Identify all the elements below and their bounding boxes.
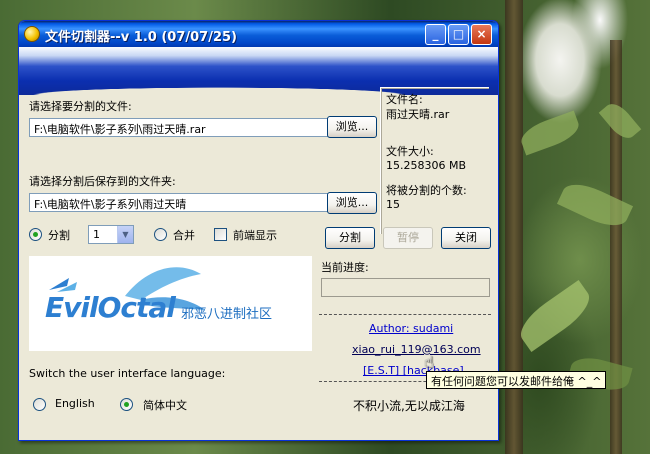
language-label: Switch the user interface language:: [29, 367, 226, 380]
dest-folder-label: 请选择分割后保存到的文件夹:: [29, 175, 176, 188]
split-button[interactable]: 分割: [325, 227, 375, 249]
logo-text: EvilOctal: [45, 291, 176, 324]
browse-source-button[interactable]: 浏览...: [327, 116, 377, 138]
chevron-down-icon[interactable]: ▼: [117, 226, 133, 243]
filename-label: 文件名:: [386, 93, 423, 106]
window-title: 文件切割器--v 1.0 (07/07/25): [45, 30, 237, 45]
logo-panel: EvilOctal 邪恶八进制社区: [29, 256, 312, 351]
close-button[interactable]: 关闭: [441, 227, 491, 249]
email-link[interactable]: xiao_rui_119@163.com: [352, 343, 481, 356]
leaf: [513, 279, 597, 353]
chinese-label: 简体中文: [143, 399, 187, 412]
dest-folder-input[interactable]: F:\电脑软件\影子系列\雨过天晴: [29, 193, 329, 212]
split-radio-label: 分割: [48, 229, 70, 242]
filesize-value: 15.258306 MB: [386, 159, 467, 172]
merge-radio[interactable]: [154, 228, 167, 241]
topmost-checkbox[interactable]: [214, 228, 227, 241]
minimize-button[interactable]: _: [425, 24, 446, 45]
split-size-value: 1: [93, 228, 100, 241]
split-size-select[interactable]: 1 ▼: [88, 225, 134, 244]
hand-cursor-icon: ☝: [424, 352, 434, 371]
filename-value: 雨过天晴.rar: [386, 108, 450, 121]
split-radio[interactable]: [29, 228, 42, 241]
app-icon: [24, 26, 40, 42]
browse-dest-button[interactable]: 浏览...: [327, 192, 377, 214]
tree-trunk: [610, 40, 622, 454]
separator: [319, 314, 491, 315]
pause-button[interactable]: 暂停: [383, 227, 433, 249]
source-file-label: 请选择要分割的文件:: [29, 100, 132, 113]
title-bar[interactable]: 文件切割器--v 1.0 (07/07/25) _ □ ×: [19, 21, 498, 47]
english-label: English: [55, 397, 95, 410]
filesize-label: 文件大小:: [386, 145, 434, 158]
close-window-button[interactable]: ×: [471, 24, 492, 45]
motto-text: 不积小流,无以成江海: [353, 399, 465, 413]
merge-radio-label: 合并: [173, 229, 195, 242]
chinese-radio[interactable]: [120, 398, 133, 411]
topmost-label: 前端显示: [233, 229, 277, 242]
progress-label: 当前进度:: [321, 261, 369, 274]
file-info-panel: 文件名: 雨过天晴.rar 文件大小: 15.258306 MB 将被分割的个数…: [380, 87, 489, 234]
logo-subtitle: 邪恶八进制社区: [181, 307, 273, 322]
maximize-button[interactable]: □: [448, 24, 469, 45]
english-radio[interactable]: [33, 398, 46, 411]
source-file-input[interactable]: F:\电脑软件\影子系列\雨过天晴.rar: [29, 118, 329, 137]
split-count-label: 将被分割的个数:: [386, 184, 467, 197]
leaf: [517, 110, 583, 156]
email-tooltip: 有任何问题您可以发邮件给俺 ^_^: [426, 371, 607, 389]
split-count-value: 15: [386, 198, 400, 211]
author-link[interactable]: Author: sudami: [369, 322, 453, 335]
progress-bar: [321, 278, 490, 297]
